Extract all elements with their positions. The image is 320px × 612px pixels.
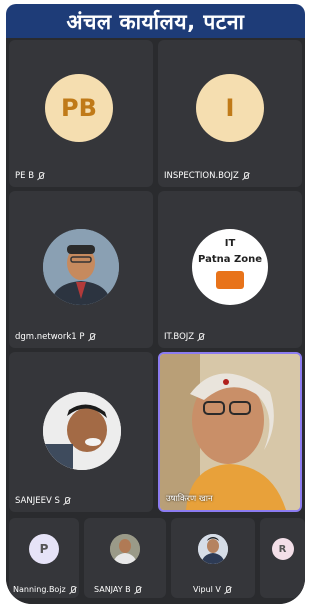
banner-title: अंचल कार्यालय, पटना <box>6 4 305 40</box>
strip-tile[interactable]: SANJAY B <box>84 518 166 598</box>
participant-name: SANJAY B <box>94 585 131 594</box>
strip-tile[interactable]: P Nanning.Bojz <box>9 518 79 598</box>
logo-line1: IT <box>224 238 236 249</box>
mic-off-icon <box>242 172 250 180</box>
mic-off-icon <box>88 333 96 341</box>
participant-label: उषाकिरण खान <box>166 493 213 504</box>
participant-tile[interactable]: SANJEEV S <box>9 352 153 512</box>
participant-name: SANJEEV S <box>15 496 60 506</box>
mic-off-icon <box>224 585 232 594</box>
participant-tile-active[interactable]: उषाकिरण खान <box>158 352 302 512</box>
participant-name: Vipul V <box>193 585 221 594</box>
participant-name: INSPECTION.BOJZ <box>164 171 239 181</box>
participant-label: SANJAY B <box>94 585 142 594</box>
participant-label: SANJEEV S <box>15 496 71 506</box>
avatar <box>43 392 121 470</box>
participant-label: IT.BOJZ <box>164 332 205 342</box>
participant-tile[interactable]: I INSPECTION.BOJZ <box>158 40 302 187</box>
mic-off-icon <box>63 497 71 505</box>
avatar: PB <box>45 74 113 142</box>
mic-off-icon <box>69 585 77 594</box>
logo-line2: Patna Zone <box>198 254 262 265</box>
participant-label: Vipul V <box>193 585 232 594</box>
participant-label: INSPECTION.BOJZ <box>164 171 250 181</box>
participant-label: PE B <box>15 171 45 181</box>
avatar: P <box>29 534 59 564</box>
participant-name: Nanning.Bojz <box>13 585 66 594</box>
meeting-grid: PB PE B I INSPECTION.BOJZ dgm.network1 P <box>6 38 305 604</box>
avatar <box>43 229 119 305</box>
participant-label: Nanning.Bojz <box>13 585 77 594</box>
avatar <box>198 534 228 564</box>
mic-off-icon <box>197 333 205 341</box>
logo-badge <box>216 271 244 289</box>
avatar <box>110 534 140 564</box>
it-patna-zone-logo: IT Patna Zone <box>192 229 268 305</box>
video-feed <box>160 354 300 510</box>
strip-tile[interactable]: Vipul V <box>171 518 255 598</box>
participant-name: dgm.network1 P <box>15 332 85 342</box>
mic-off-icon <box>134 585 142 594</box>
participant-tile[interactable]: IT Patna Zone IT.BOJZ <box>158 191 302 348</box>
participant-name: PE B <box>15 171 35 181</box>
participant-tile[interactable]: PB PE B <box>9 40 153 187</box>
participant-name: IT.BOJZ <box>164 332 195 342</box>
mic-off-icon <box>37 172 45 180</box>
participant-strip[interactable]: P Nanning.Bojz SANJAY B Vipul V R <box>6 516 305 604</box>
participant-tile[interactable]: dgm.network1 P <box>9 191 153 348</box>
strip-tile[interactable]: R <box>260 518 305 598</box>
avatar: R <box>271 538 294 560</box>
participant-name: उषाकिरण खान <box>166 494 213 504</box>
avatar: I <box>196 74 264 142</box>
participant-label: dgm.network1 P <box>15 332 96 342</box>
